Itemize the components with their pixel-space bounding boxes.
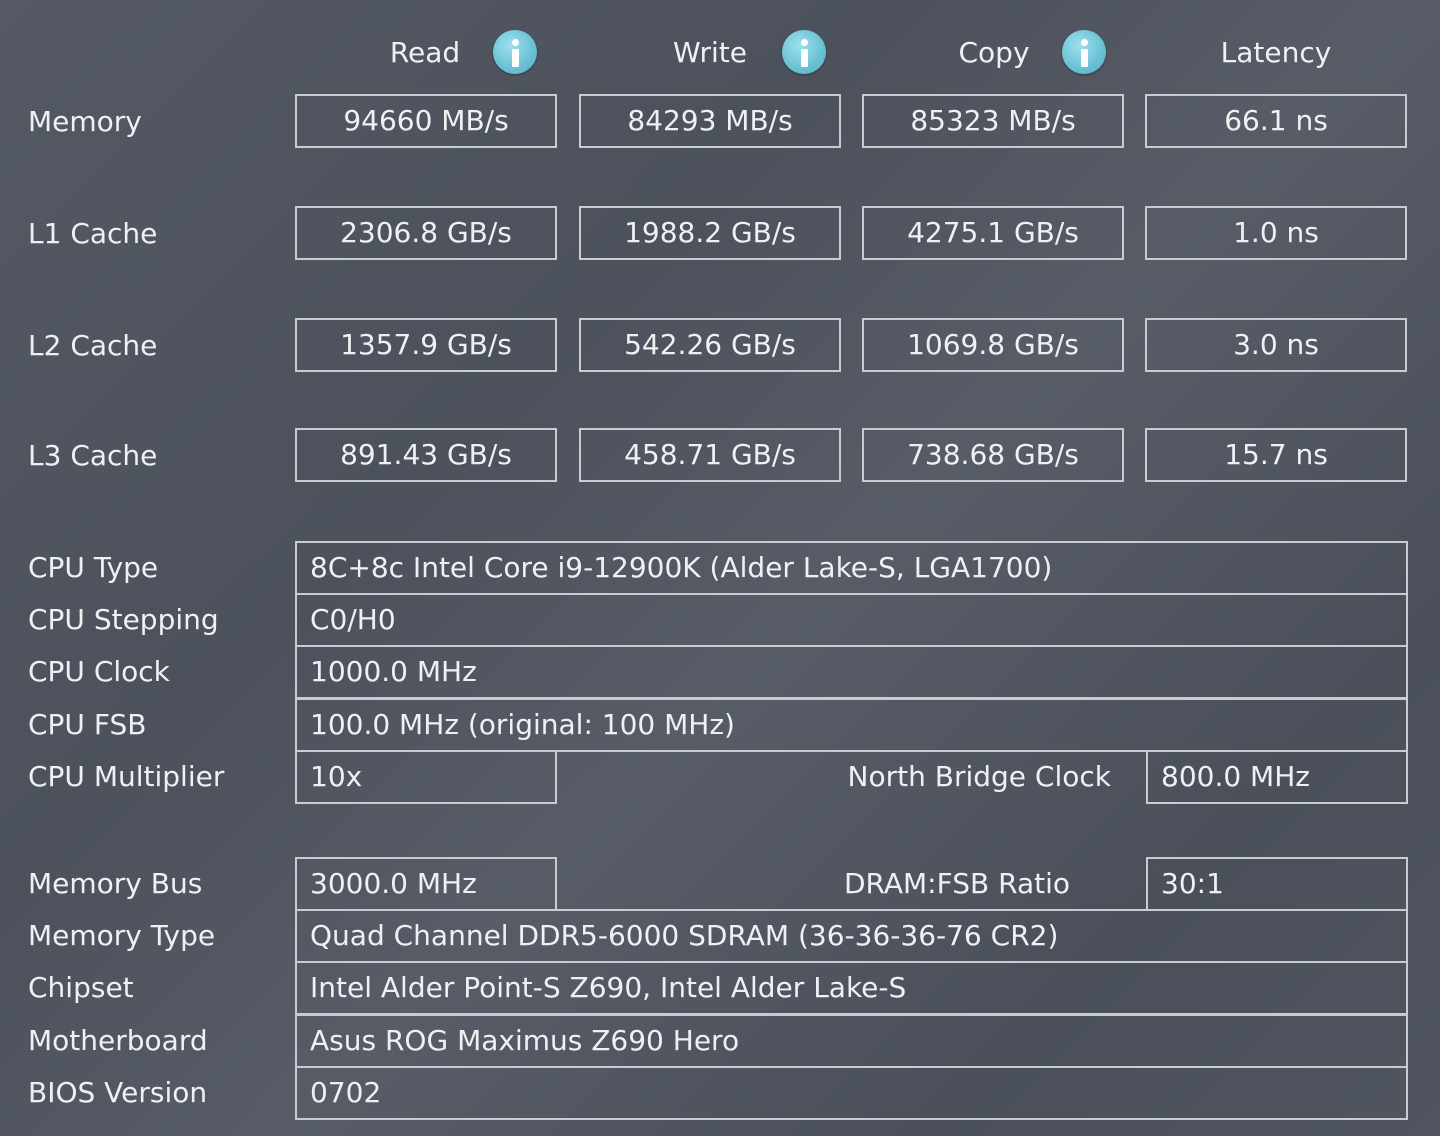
l3-read-value: 891.43 GB/s xyxy=(295,428,557,482)
memory-copy-value: 85323 MB/s xyxy=(862,94,1124,148)
row-label-memory: Memory xyxy=(28,105,142,138)
cpu-type-label: CPU Type xyxy=(28,551,159,584)
column-header-copy: Copy xyxy=(958,36,1030,69)
motherboard-value: Asus ROG Maximus Z690 Hero xyxy=(295,1014,1408,1068)
l2-read-value: 1357.9 GB/s xyxy=(295,318,557,372)
bios-version-label: BIOS Version xyxy=(28,1076,208,1109)
bios-version-value: 0702 xyxy=(295,1066,1408,1120)
column-header-write: Write xyxy=(673,36,747,69)
column-header-read: Read xyxy=(389,36,461,69)
info-icon[interactable] xyxy=(1062,30,1106,74)
memory-type-value: Quad Channel DDR5-6000 SDRAM (36-36-36-7… xyxy=(295,909,1408,963)
l1-read-value: 2306.8 GB/s xyxy=(295,206,557,260)
l1-write-value: 1988.2 GB/s xyxy=(579,206,841,260)
l3-write-value: 458.71 GB/s xyxy=(579,428,841,482)
column-header-latency: Latency xyxy=(1220,36,1332,69)
l3-latency-value: 15.7 ns xyxy=(1145,428,1407,482)
l2-copy-value: 1069.8 GB/s xyxy=(862,318,1124,372)
memory-type-label: Memory Type xyxy=(28,919,216,952)
info-icon[interactable] xyxy=(493,30,537,74)
info-icon[interactable] xyxy=(782,30,826,74)
chipset-label: Chipset xyxy=(28,971,134,1004)
row-label-l3-cache: L3 Cache xyxy=(28,439,158,472)
motherboard-label: Motherboard xyxy=(28,1024,208,1057)
cpu-multiplier-value: 10x xyxy=(295,750,557,804)
cpu-multiplier-label: CPU Multiplier xyxy=(28,760,225,793)
memory-bus-value: 3000.0 MHz xyxy=(295,857,557,911)
cpu-clock-label: CPU Clock xyxy=(28,655,170,688)
cpu-stepping-label: CPU Stepping xyxy=(28,603,219,636)
l3-copy-value: 738.68 GB/s xyxy=(862,428,1124,482)
north-bridge-clock-label: North Bridge Clock xyxy=(847,760,1111,793)
cpu-type-value: 8C+8c Intel Core i9-12900K (Alder Lake-S… xyxy=(295,541,1408,595)
memory-latency-value: 66.1 ns xyxy=(1145,94,1407,148)
chipset-value: Intel Alder Point-S Z690, Intel Alder La… xyxy=(295,961,1408,1015)
l1-copy-value: 4275.1 GB/s xyxy=(862,206,1124,260)
row-label-l1-cache: L1 Cache xyxy=(28,217,158,250)
cpu-fsb-label: CPU FSB xyxy=(28,708,147,741)
cpu-clock-value: 1000.0 MHz xyxy=(295,645,1408,699)
dram-fsb-ratio-value: 30:1 xyxy=(1146,857,1408,911)
cpu-fsb-value: 100.0 MHz (original: 100 MHz) xyxy=(295,698,1408,752)
l2-write-value: 542.26 GB/s xyxy=(579,318,841,372)
dram-fsb-ratio-label: DRAM:FSB Ratio xyxy=(843,867,1070,900)
north-bridge-clock-value: 800.0 MHz xyxy=(1146,750,1408,804)
memory-read-value: 94660 MB/s xyxy=(295,94,557,148)
row-label-l2-cache: L2 Cache xyxy=(28,329,158,362)
l1-latency-value: 1.0 ns xyxy=(1145,206,1407,260)
l2-latency-value: 3.0 ns xyxy=(1145,318,1407,372)
memory-bus-label: Memory Bus xyxy=(28,867,203,900)
memory-write-value: 84293 MB/s xyxy=(579,94,841,148)
cpu-stepping-value: C0/H0 xyxy=(295,593,1408,647)
